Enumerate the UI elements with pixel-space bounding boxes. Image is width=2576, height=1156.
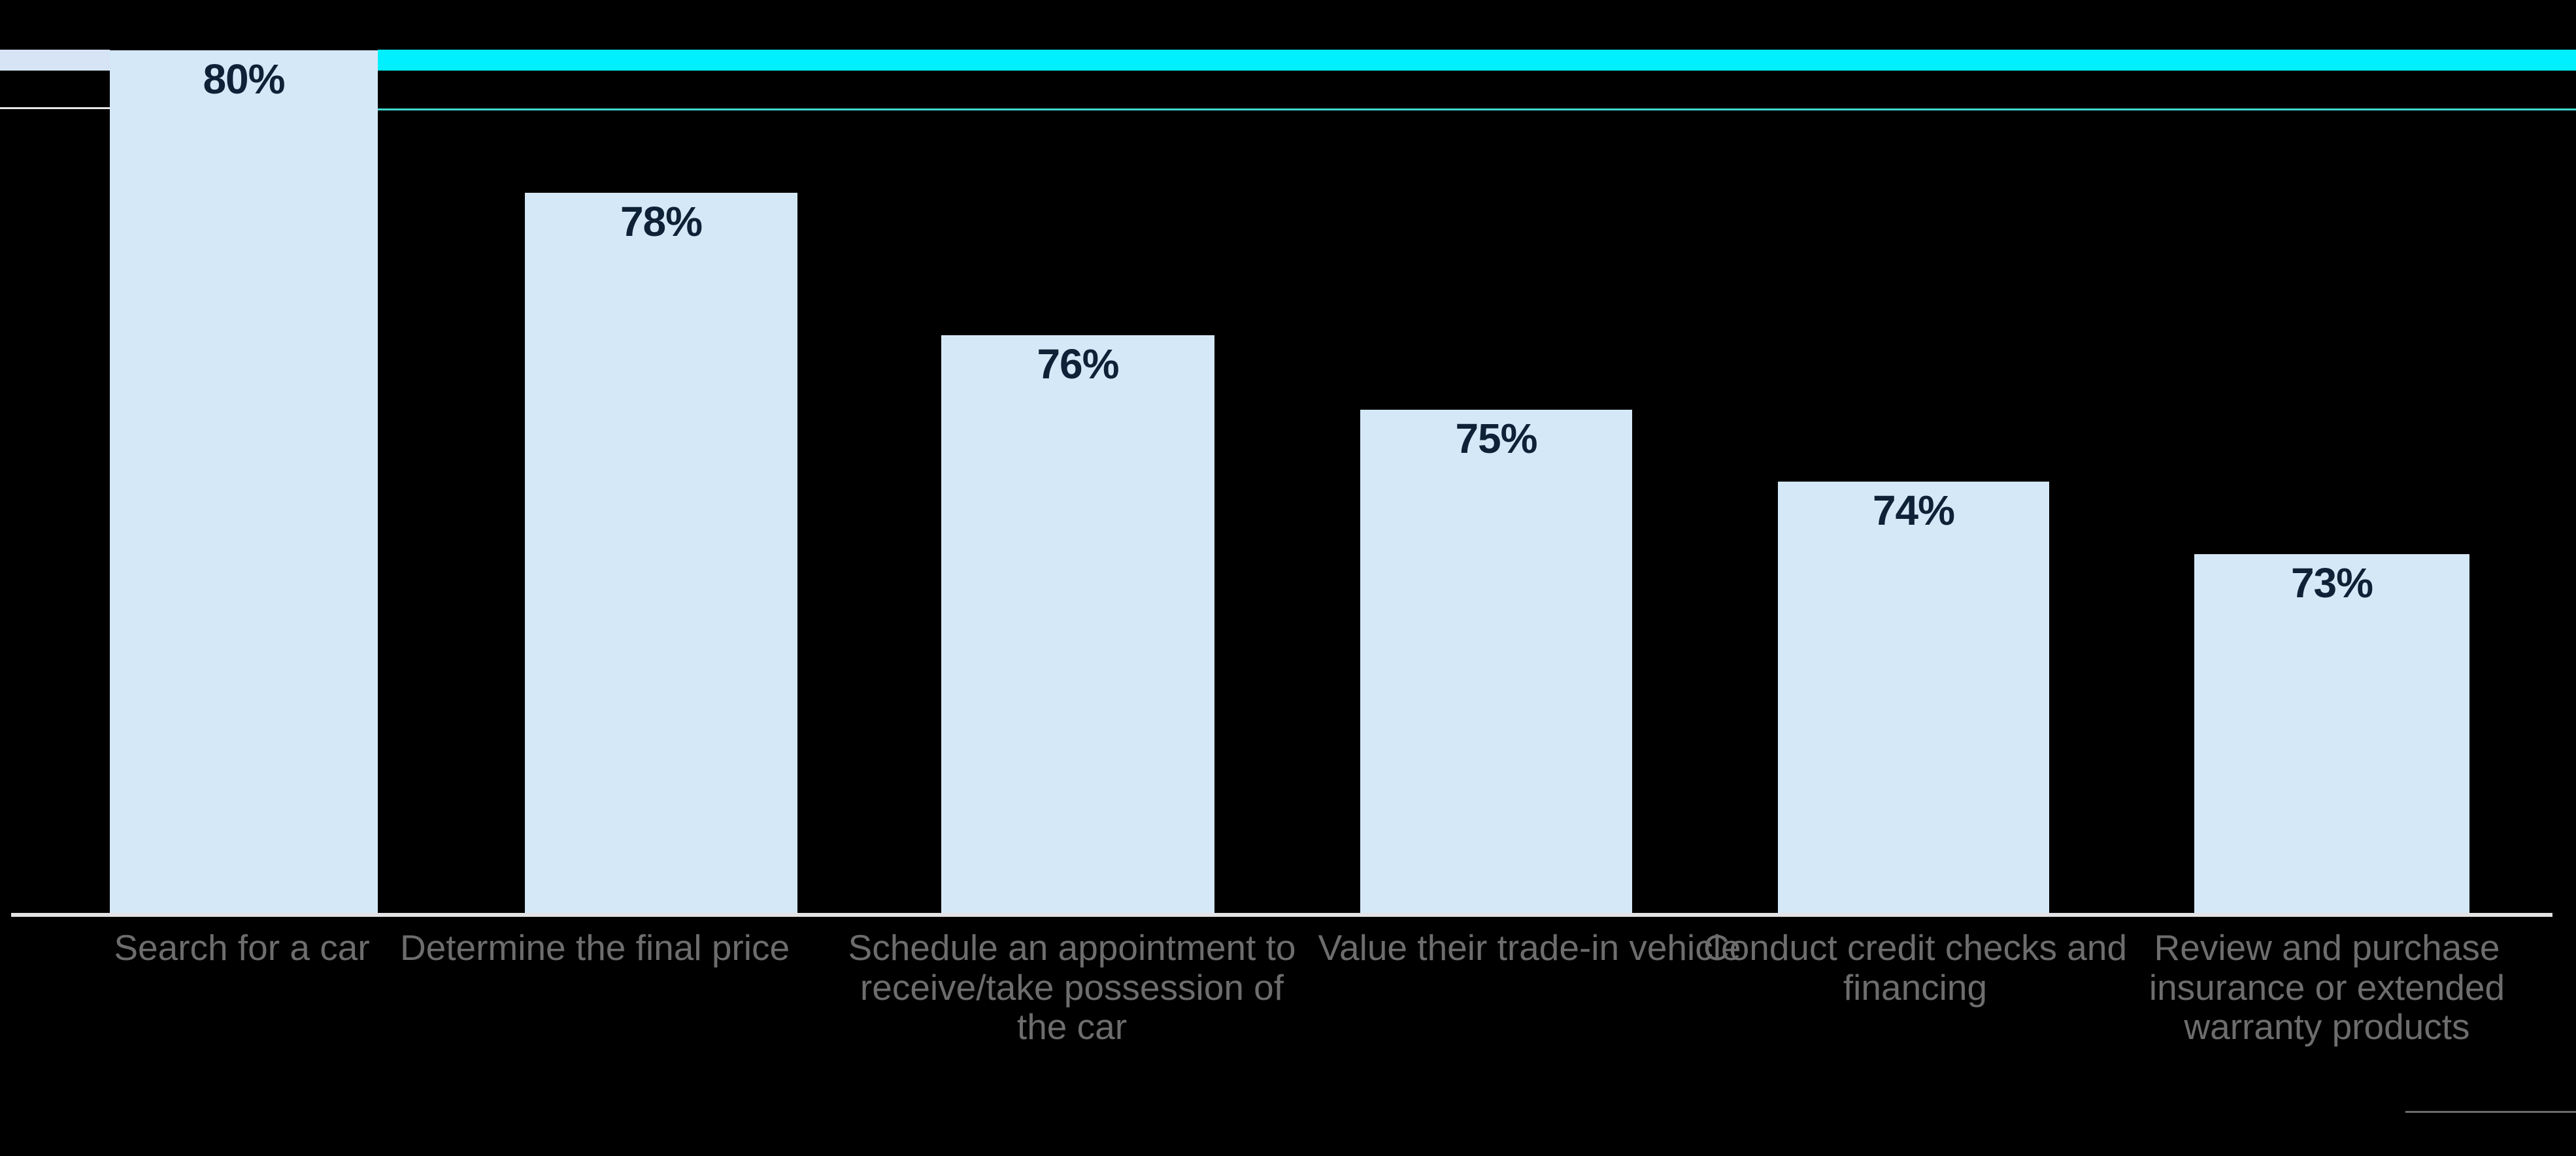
bar-group: 73% (2194, 554, 2469, 914)
bar-group: 80% (110, 50, 378, 914)
bar-value-label: 73% (2290, 559, 2373, 606)
bar-value-label: 76% (1037, 340, 1119, 388)
bar-value-label: 74% (1872, 487, 1955, 534)
bar[interactable] (1360, 410, 1632, 914)
bar[interactable] (1778, 482, 2049, 914)
bar-group: 78% (525, 193, 797, 914)
bar-chart: 80% 78% 76% 75% 74% 73% Search for a car… (0, 0, 2576, 1156)
bar-group: 76% (941, 335, 1214, 914)
bar[interactable] (941, 335, 1214, 914)
category-axis: Search for a car Determine the final pri… (0, 928, 2576, 1156)
bar[interactable] (110, 50, 378, 914)
category-label: Conduct credit checks and financing (1703, 927, 2128, 1008)
category-label: Search for a car (114, 927, 370, 968)
plot-area: 80% 78% 76% 75% 74% 73% (0, 0, 2576, 917)
bar-group: 75% (1360, 410, 1632, 914)
bar-value-label: 75% (1455, 415, 1537, 462)
x-axis-line (11, 913, 2552, 917)
bar-group: 74% (1778, 482, 2049, 914)
category-label: Review and purchase insurance or extende… (2149, 927, 2505, 1047)
label-underline-artifact (2405, 1111, 2576, 1113)
bar[interactable] (2194, 554, 2469, 914)
bar-value-label: 80% (203, 56, 285, 103)
category-label: Schedule an appointment to receive/take … (848, 927, 1296, 1047)
category-label: Determine the final price (399, 927, 790, 968)
bar-value-label: 78% (620, 198, 703, 245)
bar[interactable] (525, 193, 797, 914)
